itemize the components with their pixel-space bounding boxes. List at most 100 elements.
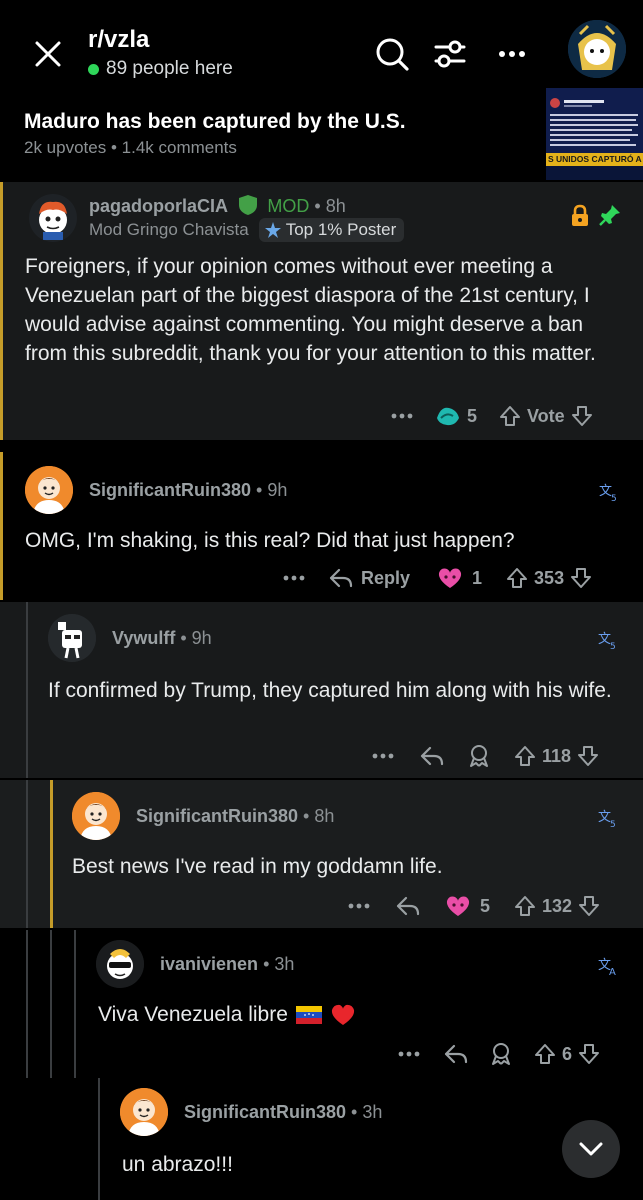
svg-text:5: 5 bbox=[610, 642, 616, 650]
downvote-button[interactable] bbox=[570, 567, 592, 589]
comment-author[interactable]: ivanivienen • 3h bbox=[160, 954, 294, 975]
search-icon[interactable] bbox=[374, 36, 410, 72]
upvote-arrow-icon bbox=[535, 1044, 555, 1064]
comment-actions: Reply 1 353 bbox=[283, 566, 592, 590]
comment-reply: ivanivienen • 3h 文 A Viva Venezuela libr… bbox=[0, 930, 643, 1200]
reply-button[interactable] bbox=[420, 746, 444, 766]
heart-award-icon bbox=[438, 568, 462, 588]
avatar[interactable] bbox=[96, 940, 144, 988]
upvote-arrow-icon bbox=[507, 568, 528, 588]
comment-author[interactable]: SignificantRuin380 • 9h bbox=[89, 480, 287, 501]
more-options-icon[interactable] bbox=[283, 575, 305, 581]
translate-icon[interactable]: 文 5 bbox=[599, 482, 621, 502]
red-heart-icon bbox=[331, 1004, 354, 1025]
comment-author[interactable]: Vywulff • 9h bbox=[112, 628, 212, 649]
avatar[interactable] bbox=[48, 614, 96, 662]
jump-to-next-button[interactable] bbox=[562, 1120, 620, 1178]
comment-author[interactable]: SignificantRuin380 • 8h bbox=[136, 806, 334, 827]
reply-button[interactable]: Reply bbox=[329, 568, 410, 589]
comment-author[interactable]: SignificantRuin380 • 3h bbox=[184, 1102, 382, 1123]
comment-reply: SignificantRuin380 • 3h un abrazo!!! bbox=[0, 1078, 643, 1200]
more-options-icon[interactable] bbox=[391, 413, 413, 419]
award-button[interactable]: 1 bbox=[436, 566, 482, 590]
post-title[interactable]: Maduro has been captured by the U.S. bbox=[24, 110, 406, 134]
more-options-icon[interactable] bbox=[372, 753, 394, 759]
award-button[interactable] bbox=[490, 1042, 512, 1066]
avatar[interactable] bbox=[72, 792, 120, 840]
award-icon bbox=[437, 407, 459, 426]
comment-body: If confirmed by Trump, they captured him… bbox=[48, 679, 612, 702]
comment-body: OMG, I'm shaking, is this real? Did that… bbox=[25, 529, 515, 552]
post-header[interactable]: Maduro has been captured by the U.S. 2k … bbox=[0, 88, 643, 180]
comment-actions: 6 bbox=[398, 1042, 600, 1066]
star-badge-icon bbox=[264, 222, 281, 238]
upvote-arrow-icon bbox=[515, 896, 536, 916]
downvote-arrow-icon bbox=[571, 568, 592, 588]
upvote-button[interactable] bbox=[514, 895, 536, 917]
user-avatar[interactable] bbox=[568, 20, 626, 78]
upvote-button[interactable] bbox=[506, 567, 528, 589]
comment-actions: 118 bbox=[372, 744, 599, 768]
vote-label: Vote bbox=[527, 405, 565, 426]
svg-text:A: A bbox=[609, 967, 616, 976]
comment-body: un abrazo!!! bbox=[122, 1153, 233, 1176]
translate-icon[interactable]: 文 5 bbox=[598, 808, 620, 828]
award-button[interactable]: 5 bbox=[444, 894, 490, 918]
avatar[interactable] bbox=[120, 1088, 168, 1136]
comment-body: Viva Venezuela libre bbox=[98, 1000, 618, 1029]
reply-button[interactable] bbox=[444, 1044, 468, 1064]
thread-line bbox=[26, 602, 28, 778]
achievement-badge[interactable]: Top 1% Poster bbox=[258, 218, 405, 242]
reply-arrow-icon bbox=[444, 1044, 468, 1064]
vote-count: 118 bbox=[542, 745, 572, 766]
post-thumbnail[interactable]: S UNIDOS CAPTURÓ A MADU bbox=[546, 88, 643, 180]
comment-body: Foreigners, if your opinion comes withou… bbox=[25, 255, 596, 365]
downvote-button[interactable] bbox=[577, 745, 599, 767]
reply-button[interactable] bbox=[396, 896, 420, 916]
vote-count: 6 bbox=[562, 1043, 573, 1064]
translate-icon[interactable]: 文 5 bbox=[598, 630, 620, 650]
upvote-button[interactable] bbox=[499, 405, 521, 427]
highlight-bar bbox=[50, 780, 53, 928]
svg-text:5: 5 bbox=[610, 820, 616, 828]
upvote-button[interactable] bbox=[514, 745, 536, 767]
avatar[interactable] bbox=[29, 194, 77, 242]
filter-sort-icon[interactable] bbox=[432, 36, 468, 72]
award-outline-icon bbox=[492, 1043, 510, 1065]
more-options-icon[interactable] bbox=[398, 1051, 420, 1057]
award-button[interactable] bbox=[468, 744, 490, 768]
comment-author[interactable]: pagadoporlaCIA MOD • 8h bbox=[89, 194, 346, 217]
translate-icon[interactable]: 文 A bbox=[598, 956, 620, 976]
upvote-button[interactable] bbox=[534, 1043, 556, 1065]
online-count: 89 people here bbox=[88, 58, 233, 80]
user-flair: Mod Gringo Chavista bbox=[89, 220, 249, 239]
heart-award-icon bbox=[446, 896, 470, 916]
upvote-arrow-icon bbox=[500, 406, 521, 426]
user-flair-row: Mod Gringo Chavista Top 1% Poster bbox=[89, 218, 405, 242]
comment-body: Best news I've read in my goddamn life. bbox=[72, 855, 443, 878]
comment-reply: Vywulff • 9h 文 5 If confirmed by Trump, … bbox=[0, 602, 643, 778]
reply-arrow-icon bbox=[420, 746, 444, 766]
lock-icon bbox=[572, 204, 588, 226]
downvote-button[interactable] bbox=[578, 895, 600, 917]
comment: SignificantRuin380 • 9h 文 5 OMG, I'm sha… bbox=[0, 452, 643, 600]
more-options-icon[interactable] bbox=[494, 36, 530, 72]
downvote-arrow-icon bbox=[579, 896, 600, 916]
pin-icon bbox=[599, 205, 620, 226]
reply-arrow-icon bbox=[329, 568, 353, 588]
online-dot-icon bbox=[88, 63, 99, 75]
vote-count: 353 bbox=[534, 567, 565, 588]
award-button[interactable]: 5 bbox=[435, 404, 477, 428]
downvote-button[interactable] bbox=[571, 405, 593, 427]
top-bar: r/vzla 89 people here bbox=[0, 0, 643, 100]
more-options-icon[interactable] bbox=[348, 903, 370, 909]
downvote-button[interactable] bbox=[578, 1043, 600, 1065]
avatar[interactable] bbox=[25, 466, 73, 514]
close-icon[interactable] bbox=[32, 38, 64, 70]
chevron-down-icon bbox=[579, 1142, 603, 1156]
venezuela-flag-icon bbox=[295, 1005, 322, 1024]
downvote-arrow-icon bbox=[578, 746, 599, 766]
comment-actions: 5 Vote bbox=[391, 404, 593, 428]
subreddit-name[interactable]: r/vzla bbox=[88, 26, 149, 54]
downvote-arrow-icon bbox=[579, 1044, 600, 1064]
